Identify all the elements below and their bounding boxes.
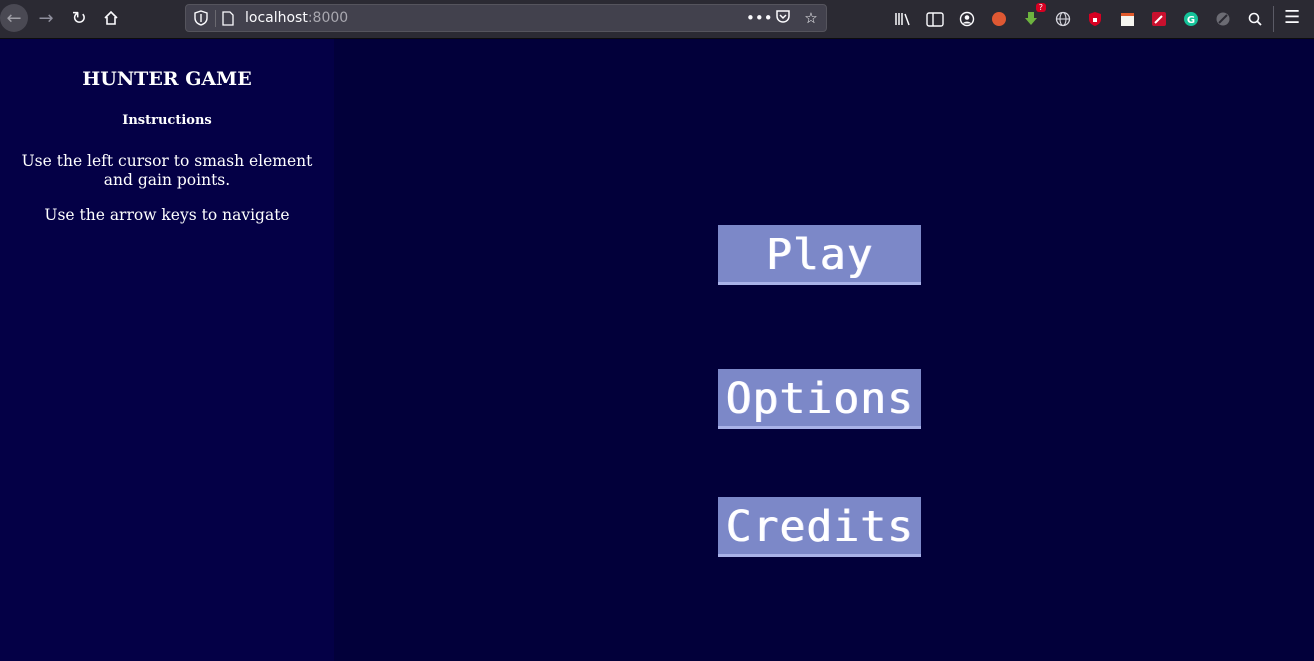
credits-button[interactable]: Credits [718, 497, 921, 557]
url-port: :8000 [307, 10, 349, 26]
instructions-heading: Instructions [122, 113, 212, 128]
game-title: HUNTER GAME [82, 68, 252, 90]
pocket-icon[interactable] [774, 9, 792, 28]
shield-icon[interactable] [194, 10, 208, 26]
play-button-label: Play [765, 230, 874, 280]
browser-toolbar: ← → ↻ localhost:8000 ••• ☆ ? G ☰ [0, 0, 1314, 39]
address-bar[interactable]: localhost:8000 ••• ☆ [185, 4, 827, 32]
forward-button[interactable]: → [32, 4, 60, 32]
instruction-smash: Use the left cursor to smash element and… [21, 152, 313, 189]
account-icon[interactable] [956, 8, 978, 30]
url-separator [215, 10, 216, 27]
url-text[interactable]: localhost:8000 [245, 10, 348, 26]
instruction-navigate: Use the arrow keys to navigate [44, 206, 290, 224]
hamburger-menu-icon[interactable]: ☰ [1284, 7, 1300, 28]
credits-button-label: Credits [725, 502, 914, 552]
blocker-icon[interactable] [1212, 8, 1234, 30]
download-badge: ? [1035, 3, 1046, 12]
more-actions-icon[interactable]: ••• [746, 9, 773, 28]
game-canvas[interactable] [334, 39, 1314, 661]
url-host: localhost [245, 10, 308, 26]
color-picker-icon[interactable] [1148, 8, 1170, 30]
library-icon[interactable] [892, 8, 914, 30]
instructions-sidebar: HUNTER GAME Instructions Use the left cu… [0, 39, 334, 661]
back-button[interactable]: ← [0, 4, 28, 32]
search-icon[interactable] [1244, 8, 1266, 30]
toolbar-separator [1273, 6, 1274, 32]
svg-text:G: G [1187, 15, 1195, 26]
reload-icon: ↻ [71, 7, 87, 29]
bookmark-star-icon[interactable]: ☆ [802, 9, 820, 28]
privacy-badger-icon[interactable] [1084, 8, 1106, 30]
options-button-label: Options [725, 374, 914, 424]
sidebar-toggle-icon[interactable] [924, 8, 946, 30]
home-icon [104, 10, 118, 25]
grammarly-icon[interactable]: G [1180, 8, 1202, 30]
arrow-right-icon: → [38, 7, 54, 29]
globe-icon[interactable] [1052, 8, 1074, 30]
play-button[interactable]: Play [718, 225, 921, 285]
reload-button[interactable]: ↻ [65, 4, 93, 32]
home-button[interactable] [97, 4, 125, 32]
download-icon[interactable]: ? [1020, 3, 1046, 30]
arrow-left-icon: ← [6, 7, 22, 29]
notes-icon[interactable] [1116, 8, 1138, 30]
duckduckgo-icon[interactable] [988, 8, 1010, 30]
page-icon[interactable] [222, 11, 234, 26]
options-button[interactable]: Options [718, 369, 921, 429]
